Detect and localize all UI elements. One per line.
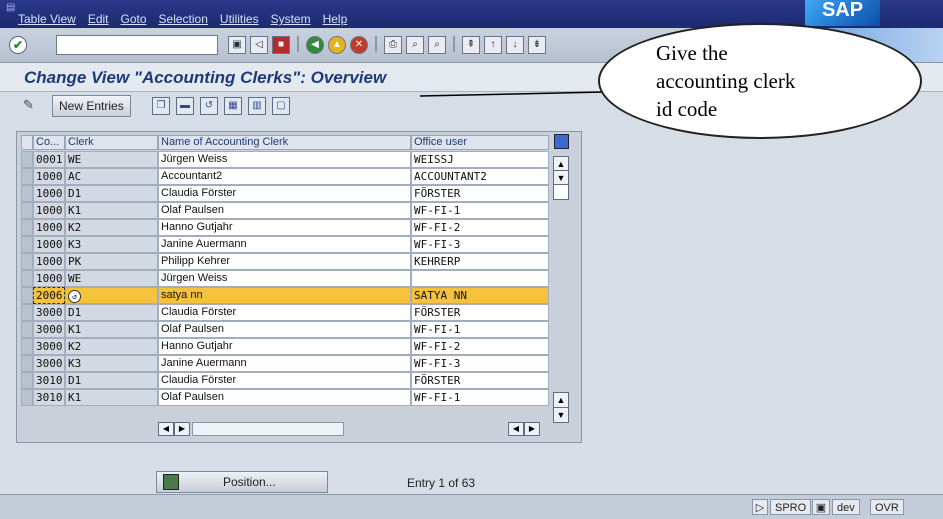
callout-text: Give the accounting clerk id code (656, 41, 796, 121)
annotation-callout: Give the accounting clerk id code (598, 23, 922, 139)
sap-window: ▤ Table View Edit Goto Selection Utiliti… (0, 0, 943, 519)
